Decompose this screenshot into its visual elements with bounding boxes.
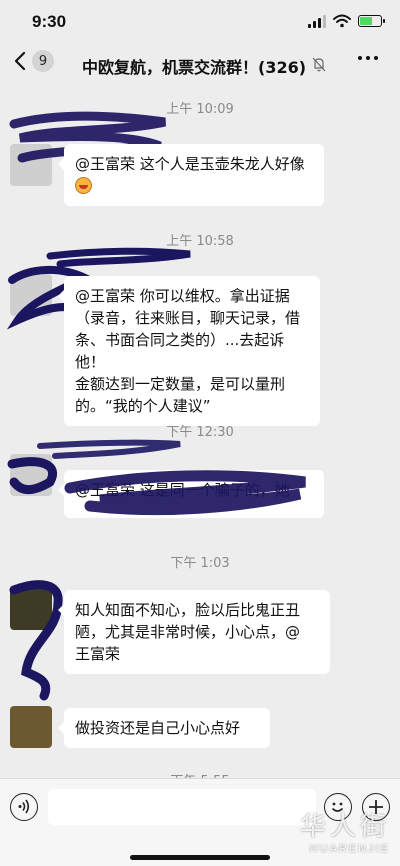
more-button[interactable] [358, 56, 378, 60]
watermark: 华人街 HUARENJIE [300, 806, 390, 855]
voice-button[interactable] [10, 793, 38, 821]
message-input[interactable] [48, 789, 316, 825]
message-text: @王富荣 这是同一个骗子的，她 [75, 481, 290, 499]
chat-header: 9 中欧复航，机票交流群！(326) [0, 46, 400, 84]
status-bar: 9:30 [0, 0, 400, 46]
chat-title: 中欧复航，机票交流群！(326) [82, 58, 307, 77]
avatar[interactable] [10, 706, 52, 748]
signal-icon [308, 14, 326, 28]
message-timestamp: 下午 1:03 [170, 556, 230, 571]
message-text: @王富荣 这个人是玉壶朱龙人好像 [75, 155, 305, 173]
unread-count-badge: 9 [32, 50, 54, 72]
message-list[interactable]: 上午 10:09 @王富荣 这个人是玉壶朱龙人好像 上午 10:58 @王富荣 … [0, 88, 400, 778]
battery-icon [358, 15, 385, 27]
message-line: 陋，尤其是非常时候，小心点，@ [75, 623, 301, 641]
message-line: 的。“我的个人建议” [75, 397, 211, 415]
avatar[interactable] [10, 454, 52, 496]
message-line: （录音，往来账目，聊天记录，借 [75, 309, 301, 327]
watermark-text: 华人街 [299, 812, 390, 842]
grimace-emoji-icon [75, 177, 92, 194]
avatar[interactable] [10, 274, 52, 316]
status-time: 9:30 [32, 12, 67, 31]
voice-icon [18, 799, 30, 814]
message-line: 条、书面合同之类的）...去起诉他！ [75, 331, 285, 371]
avatar[interactable] [10, 588, 52, 630]
message-bubble: 做投资还是自己小心点好 [58, 708, 270, 748]
home-indicator [130, 855, 270, 860]
watermark-subtext: HUARENJIE [309, 843, 390, 855]
message-timestamp: 下午 12:30 [166, 425, 234, 440]
message-bubble: 知人知面不知心，脸以后比鬼正丑 陋，尤其是非常时候，小心点，@ 王富荣 [58, 590, 330, 674]
message-bubble: @王富荣 这个人是玉壶朱龙人好像 [58, 144, 324, 206]
back-button[interactable]: 9 [14, 50, 54, 72]
chevron-left-icon [14, 51, 26, 71]
message-text: 做投资还是自己小心点好 [75, 719, 241, 737]
bell-muted-icon [312, 57, 326, 72]
message-timestamp: 下午 5:55 [0, 770, 400, 778]
message-line: @王富荣 你可以维权。拿出证据 [75, 287, 290, 305]
message-line: 金额达到一定数量，是可以量刑 [75, 375, 286, 393]
message-timestamp: 上午 10:09 [166, 102, 234, 117]
wifi-icon [333, 14, 351, 28]
message-timestamp: 上午 10:58 [166, 234, 234, 249]
message-line: 知人知面不知心，脸以后比鬼正丑 [75, 601, 301, 619]
message-line: 王富荣 [75, 645, 121, 663]
message-bubble: @王富荣 你可以维权。拿出证据 （录音，往来账目，聊天记录，借 条、书面合同之类… [58, 276, 320, 426]
status-icons [308, 14, 385, 28]
avatar[interactable] [10, 144, 52, 186]
message-bubble: @王富荣 这是同一个骗子的，她 [58, 470, 324, 518]
